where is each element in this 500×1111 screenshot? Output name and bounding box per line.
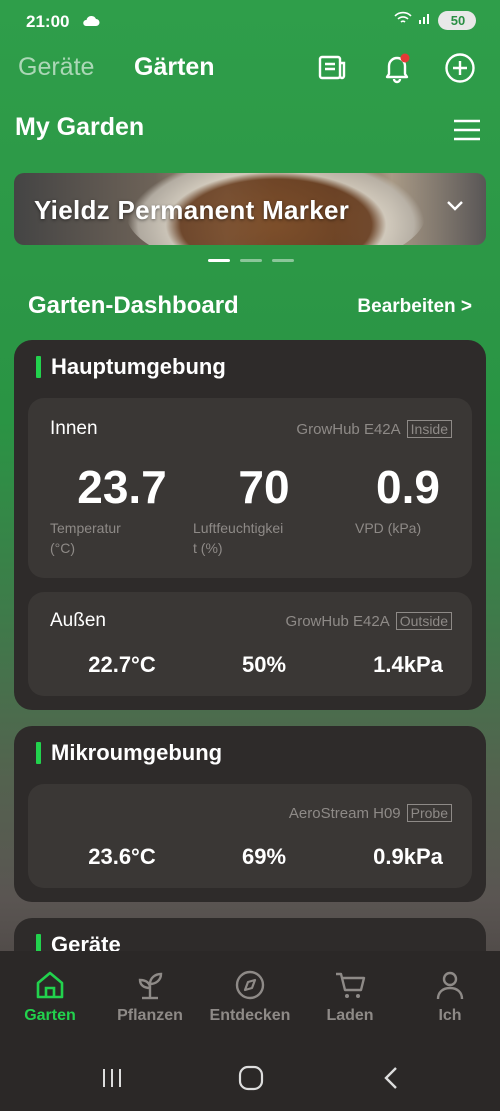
inside-sensor-panel[interactable]: Innen GrowHub E42A Inside 23.7 70 0.9 Te… [28, 398, 472, 578]
card-title: Mikroumgebung [51, 740, 223, 765]
tab-gardens[interactable]: Gärten [134, 53, 215, 82]
dashboard-title: Garten-Dashboard [28, 292, 239, 319]
temperature-value: 23.7 [77, 461, 167, 513]
outside-sensor-panel[interactable]: Außen GrowHub E42A Outside 22.7°C 50% 1.… [28, 592, 472, 696]
sprout-icon [100, 967, 200, 1003]
device-name: GrowHub E42A [285, 612, 390, 630]
accent-bar [36, 742, 41, 764]
location-tag: Probe [406, 804, 452, 822]
vpd-value: 1.4kPa [373, 652, 443, 677]
location-tag: Inside [406, 420, 452, 438]
edit-button[interactable]: Bearbeiten > [357, 296, 472, 318]
vpd-label: VPD (kPa) [355, 520, 422, 536]
garden-name: Yieldz Permanent Marker [34, 195, 350, 225]
humidity-value: 50% [241, 652, 287, 677]
main-environment-card: Hauptumgebung Innen GrowHub E42A Inside … [14, 340, 486, 710]
recent-apps-icon[interactable] [97, 1063, 127, 1093]
top-nav: Geräte Gärten [0, 44, 500, 94]
device-name: AeroStream H09 [288, 804, 401, 822]
carousel-dot [272, 259, 294, 262]
humidity-value: 69% [241, 844, 287, 869]
cloud-icon [82, 14, 100, 32]
garden-banner[interactable]: Yieldz Permanent Marker [14, 173, 486, 245]
device-name: GrowHub E42A [296, 420, 401, 438]
compass-icon [200, 967, 300, 1003]
home-icon [0, 967, 100, 1003]
humidity-label: Luftfeuchtigkei t (%) [193, 520, 284, 556]
nav-profile[interactable]: Ich [400, 967, 500, 1025]
status-time: 21:00 [26, 12, 70, 31]
person-icon [400, 967, 500, 1003]
humidity-value: 70 [238, 461, 290, 513]
temperature-value: 23.6°C [88, 844, 156, 869]
vpd-value: 0.9kPa [373, 844, 443, 869]
card-title: Hauptumgebung [51, 354, 226, 379]
carousel-dot [208, 259, 230, 262]
location-tag: Outside [395, 612, 452, 630]
probe-sensor-panel[interactable]: AeroStream H09 Probe 23.6°C 69% 0.9kPa [28, 784, 472, 888]
tab-devices[interactable]: Geräte [18, 53, 94, 82]
system-nav-bar [0, 1045, 500, 1111]
micro-environment-card: Mikroumgebung AeroStream H09 Probe 23.6°… [14, 726, 486, 902]
nav-plants[interactable]: Pflanzen [100, 967, 200, 1025]
carousel-dot [240, 259, 262, 262]
signal-icon [418, 11, 432, 30]
inside-label: Innen [50, 418, 98, 439]
vpd-value: 0.9 [376, 461, 440, 513]
journal-icon[interactable] [316, 52, 348, 84]
bottom-nav: Garten Pflanzen Entdecken Laden Ich [0, 951, 500, 1045]
chevron-down-icon[interactable] [446, 199, 464, 217]
nav-discover[interactable]: Entdecken [200, 967, 300, 1025]
status-bar: 21:00 50 [0, 0, 500, 44]
hamburger-menu-icon[interactable] [452, 118, 482, 142]
outside-label: Außen [50, 610, 106, 631]
wifi-icon [394, 11, 412, 30]
battery-indicator: 50 [438, 11, 476, 30]
add-circle-icon[interactable] [444, 52, 476, 84]
temperature-label: Temperatur (°C) [50, 520, 121, 556]
accent-bar [36, 356, 41, 378]
back-icon[interactable] [376, 1063, 406, 1093]
nav-garden[interactable]: Garten [0, 967, 100, 1025]
cart-icon [300, 967, 400, 1003]
temperature-value: 22.7°C [88, 652, 156, 677]
carousel-indicator [208, 259, 294, 262]
bell-icon[interactable] [381, 52, 413, 84]
home-button-icon[interactable] [236, 1063, 266, 1093]
page-title: My Garden [15, 113, 145, 141]
nav-shop[interactable]: Laden [300, 967, 400, 1025]
